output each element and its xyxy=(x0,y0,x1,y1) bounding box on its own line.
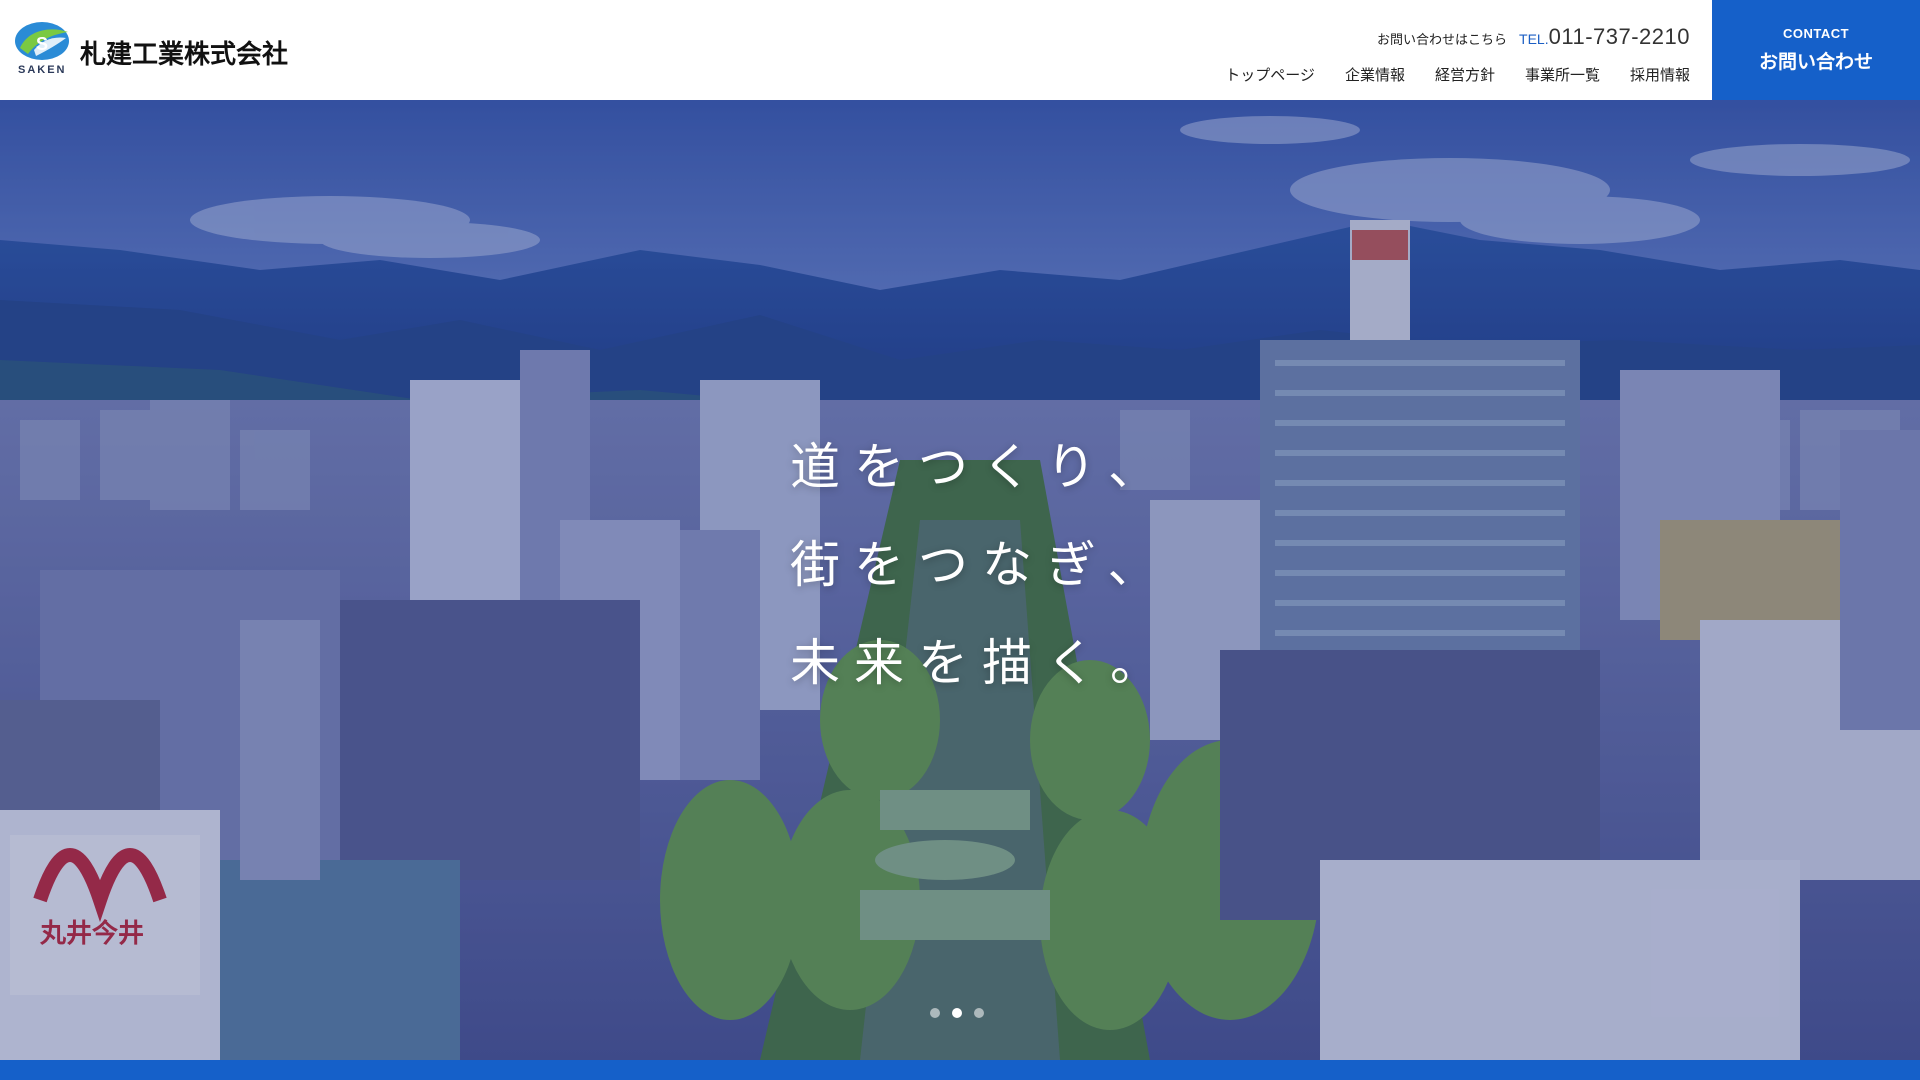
slider-dot-1[interactable] xyxy=(930,1008,940,1018)
catchcopy-line-1: 道をつくり、 xyxy=(790,438,1172,496)
catchcopy-line-2: 街をつなぎ、 xyxy=(790,536,1172,594)
header-contact-line: お問い合わせはこちら TEL.011-737-2210 xyxy=(1377,24,1690,50)
hero-catchcopy: 道をつくり、 街をつなぎ、 未来を描く。 xyxy=(790,418,1174,712)
contact-button-en: CONTACT xyxy=(1782,26,1850,41)
nav-item-offices[interactable]: 事業所一覧 xyxy=(1525,64,1600,85)
hero-slider: 丸井今井 道をつくり、 街をつなぎ、 未来を描く。 xyxy=(0,100,1920,1060)
svg-text:S: S xyxy=(36,34,48,54)
slider-dot-3[interactable] xyxy=(974,1008,984,1018)
nav-item-company[interactable]: 企業情報 xyxy=(1345,64,1405,85)
nav-item-top[interactable]: トップページ xyxy=(1225,64,1315,85)
company-name: 札建工業株式会社 xyxy=(80,40,289,70)
slider-dot-2[interactable] xyxy=(952,1008,962,1018)
catchcopy-line-3: 未来を描く。 xyxy=(790,634,1174,692)
saken-leaf-logo-icon: S xyxy=(15,22,69,60)
tel-number: 011-737-2210 xyxy=(1548,24,1690,49)
nav-item-policy[interactable]: 経営方針 xyxy=(1435,64,1495,85)
logo-sub-text: SAKEN xyxy=(18,64,67,76)
site-logo[interactable]: S SAKEN 札建工業株式会社 xyxy=(14,18,304,82)
inquiry-label: お問い合わせはこちら xyxy=(1377,33,1508,48)
tel-link[interactable]: TEL.011-737-2210 xyxy=(1519,24,1690,50)
slider-pagination xyxy=(930,1008,984,1018)
site-header: S SAKEN 札建工業株式会社 お問い合わせはこちら TEL.011-737-… xyxy=(0,0,1920,100)
global-nav: トップページ 企業情報 経営方針 事業所一覧 採用情報 xyxy=(1225,64,1690,85)
nav-item-recruit[interactable]: 採用情報 xyxy=(1630,64,1690,85)
contact-button-jp: お問い合わせ xyxy=(1758,51,1873,73)
contact-button[interactable]: CONTACT お問い合わせ xyxy=(1712,0,1920,100)
bottom-accent-bar xyxy=(0,1060,1920,1080)
tel-prefix: TEL. xyxy=(1519,31,1549,47)
